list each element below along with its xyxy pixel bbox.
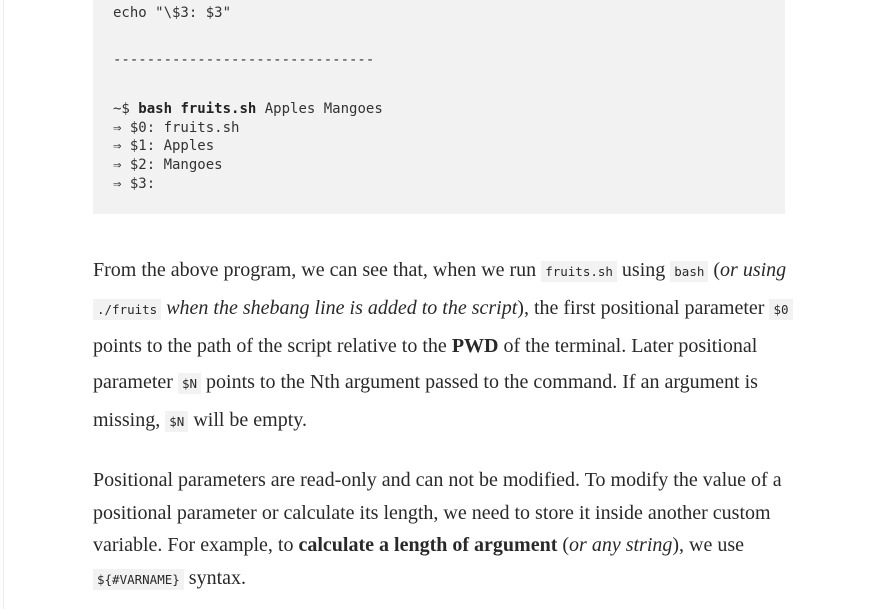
code-separator: ------------------------------- [113,52,375,68]
inline-code: $0 [769,299,793,320]
paragraph-text: Positional parameters are read-only and … [93,464,793,596]
bold-text: PWD [451,335,499,357]
output-line: ⇒ $1: Apples [113,138,215,154]
text: ( [557,534,570,556]
text: ( [708,259,721,281]
inline-code: fruits.sh [541,261,617,282]
text: syntax. [183,566,247,589]
text: will be empty. [188,409,307,431]
code-text: echo "\$3: $3" [113,5,232,21]
output-line: ⇒ $2: Mangoes [113,157,223,173]
inline-code: bash [670,261,709,282]
code-line: echo "\$3: $3" [113,4,231,22]
text: From the above program, we can see that,… [93,259,542,281]
code-line: ~$ bash fruits.sh Apples Mangoes [113,100,383,118]
text: ), we use [672,534,745,556]
code-line: ⇒ $0: fruits.sh [113,119,239,137]
text: ), the first positional parameter [517,297,770,319]
paragraph-text: From the above program, we can see that,… [93,252,793,440]
inline-code: ./fruits [93,299,162,320]
paragraph-readonly-params: Positional parameters are read-only and … [93,464,793,596]
bold-text: calculate a length of argument [298,534,558,556]
paragraph-positional-args: From the above program, we can see that,… [93,252,793,440]
left-border-divider [3,0,4,609]
code-line: ⇒ $2: Mangoes [113,156,223,174]
code-line: ⇒ $1: Apples [113,137,214,155]
output-line: ⇒ $3: [113,176,156,192]
text: points to the path of the script relativ… [93,335,452,357]
code-block: echo "\$3: $3" -------------------------… [93,0,785,214]
inline-code: ${#VARNAME} [93,568,184,590]
code-line: ------------------------------- [113,51,374,69]
text: using [616,259,671,281]
command-text: bash fruits.sh [138,101,257,117]
prompt: ~$ [113,101,139,117]
emphasis-text: or using [720,259,787,281]
command-args: Apples Mangoes [256,101,383,117]
article-page: echo "\$3: $3" -------------------------… [0,0,872,609]
inline-code: $N [177,373,202,394]
code-line: ⇒ $3: [113,175,155,193]
output-line: ⇒ $0: fruits.sh [113,120,240,136]
emphasis-text: or any string [569,534,673,556]
emphasis-text: when the shebang line is added to the sc… [161,297,518,319]
inline-code: $N [165,411,189,432]
